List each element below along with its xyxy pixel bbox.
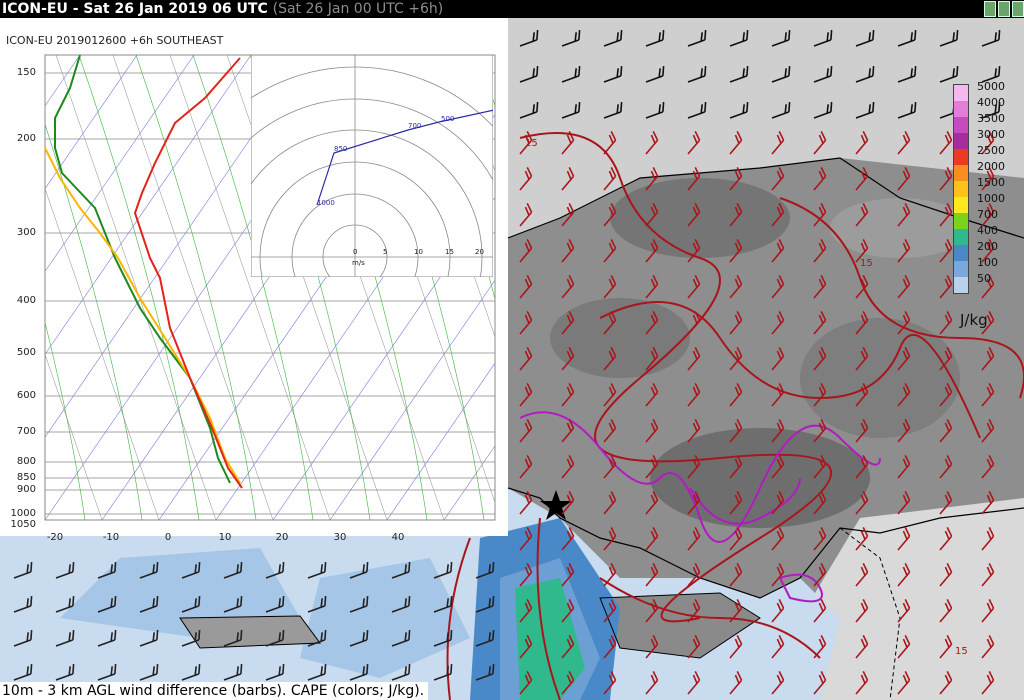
pressure-label: 300 xyxy=(16,227,36,238)
colorbar-swatch xyxy=(954,277,968,293)
colorbar-swatch xyxy=(954,101,968,117)
pressure-label: 700 xyxy=(16,426,36,437)
pressure-label: 500 xyxy=(16,347,36,358)
temperature-label: 40 xyxy=(391,532,405,543)
temperature-label: 20 xyxy=(275,532,289,543)
colorbar-label: 2500 xyxy=(977,144,1005,157)
temperature-label: -10 xyxy=(102,532,120,543)
pressure-label: 800 xyxy=(16,456,36,467)
hodo-unit: m/s xyxy=(352,259,365,267)
colorbar-label: 3500 xyxy=(977,112,1005,125)
colorbar-swatch xyxy=(954,149,968,165)
colorbar-swatch xyxy=(954,181,968,197)
colorbar-swatch xyxy=(954,245,968,261)
colorbar-swatch xyxy=(954,117,968,133)
hodo-speed-label: 5 xyxy=(383,248,387,256)
colorbar-label: 50 xyxy=(977,272,991,285)
colorbar-swatch xyxy=(954,229,968,245)
window-button[interactable] xyxy=(984,1,996,17)
temperature-label: 0 xyxy=(164,532,172,543)
hodo-point-label: 1000 xyxy=(317,199,335,207)
window-button[interactable] xyxy=(1012,1,1024,17)
colorbar-label: 200 xyxy=(977,240,998,253)
hodo-point-label: 500 xyxy=(441,115,454,123)
island-crete xyxy=(180,616,320,648)
pressure-label: 150 xyxy=(16,67,36,78)
pressure-label: 600 xyxy=(16,390,36,401)
hodo-speed-label: 15 xyxy=(445,248,454,256)
colorbar-swatch xyxy=(954,213,968,229)
pressure-label: 1000 xyxy=(10,508,36,519)
colorbar-label: 1500 xyxy=(977,176,1005,189)
window-button[interactable] xyxy=(998,1,1010,17)
colorbar-label: 3000 xyxy=(977,128,1005,141)
colorbar-label: 700 xyxy=(977,208,998,221)
colorbar-swatch xyxy=(954,165,968,181)
contour-label: 15 xyxy=(860,258,873,269)
colorbar-label: 100 xyxy=(977,256,998,269)
cape-unit: J/kg xyxy=(960,311,988,329)
colorbar-label: 1000 xyxy=(977,192,1005,205)
pressure-label: 200 xyxy=(16,133,36,144)
hodo-speed-label: 0 xyxy=(353,248,357,256)
colorbar-label: 4000 xyxy=(977,96,1005,109)
terrain-blob xyxy=(650,428,870,528)
map-subtitle: (Sat 26 Jan 00 UTC +6h) xyxy=(272,1,444,17)
skewt-sounding-panel: ICON-EU 2019012600 +6h SOUTHEAST 150 200 3… xyxy=(0,18,508,543)
cape-colorbar xyxy=(953,84,969,294)
temperature-label: 30 xyxy=(333,532,347,543)
window-buttons xyxy=(984,1,1024,17)
pressure-label: 400 xyxy=(16,295,36,306)
colorbar-swatch xyxy=(954,261,968,277)
map-title: ICON-EU - Sat 26 Jan 2019 06 UTC xyxy=(2,1,268,17)
terrain-blob xyxy=(610,178,790,258)
hodo-speed-label: 20 xyxy=(475,248,484,256)
map-caption: 10m - 3 km AGL wind difference (barbs). … xyxy=(0,682,429,700)
hodo-point-label: 850 xyxy=(334,145,347,153)
colorbar-swatch xyxy=(954,85,968,101)
colorbar-swatch xyxy=(954,197,968,213)
hodo-speed-label: 10 xyxy=(414,248,423,256)
pressure-label: 850 xyxy=(16,472,36,483)
colorbar-label: 400 xyxy=(977,224,998,237)
pressure-label: 1050 xyxy=(10,519,36,530)
temperature-label: 10 xyxy=(218,532,232,543)
temperature-label: -20 xyxy=(46,532,64,543)
hodograph: 1000 850 700 500 0 5 10 15 20 m/s xyxy=(251,55,493,277)
colorbar-swatch xyxy=(954,133,968,149)
contour-label: 15 xyxy=(955,646,968,657)
colorbar-label: 5000 xyxy=(977,80,1005,93)
title-bar: ICON-EU - Sat 26 Jan 2019 06 UTC (Sat 26… xyxy=(0,0,1024,18)
hodo-point-label: 700 xyxy=(408,122,421,130)
colorbar-label: 2000 xyxy=(977,160,1005,173)
pressure-label: 900 xyxy=(16,484,36,495)
